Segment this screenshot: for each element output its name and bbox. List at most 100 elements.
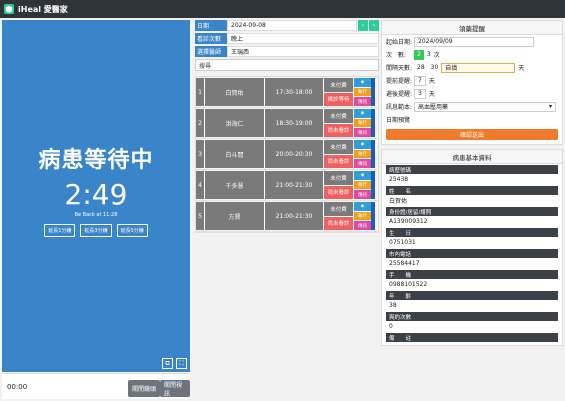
template-label: 訊息範本: [386,104,413,111]
appointment-time: 18:30-19:00 [264,109,323,137]
fullscreen-icon[interactable]: ⛶ [176,358,187,369]
search-input[interactable]: 搜尋 [195,59,379,71]
delay-label: 遲後提醒: [386,91,413,98]
id-value: A139009312 [389,218,428,225]
tag-icon[interactable]: ◆ [354,140,371,149]
execute-button[interactable]: 執行 [354,149,371,159]
no-show-value: 0 [389,323,393,330]
phone-value: 25584417 [389,260,420,267]
advance-days-input[interactable]: 7 [414,75,426,86]
chart-number-label: 病歷號碼 [386,165,558,174]
reminder-title: 領藥提醒 [382,21,562,35]
patient-row[interactable]: 4 千多慧 21:00-21:30 未付費 尚未看診 ◆ 執行 傳訊 [196,170,378,201]
template-value: 高血壓用藥 [418,104,449,111]
message-button[interactable]: 傳訊 [354,221,371,231]
interval-option-30[interactable]: 30 [427,62,442,73]
appointment-time: 21:00-21:30 [264,171,323,199]
visit-status: 尚未看診 [324,216,353,230]
payment-status: 未付費 [324,171,353,186]
advance-label: 提前提醒: [386,78,413,85]
mobile-label: 手 機 [386,270,558,279]
payment-status: 未付費 [324,202,353,217]
patient-row[interactable]: 2 洪海仁 18:30-19:00 未付費 尚未看診 ◆ 執行 傳訊 [196,108,378,139]
phone-label: 市內電話 [386,249,558,258]
patient-list: 1 白賀佑 17:30-18:00 未付費 候診等待 ◆ 執行 傳訊 2 洪海仁… [195,76,379,233]
tag-icon[interactable]: ◆ [354,109,371,118]
waiting-timer: 2:49 [64,178,128,211]
count-option-2[interactable]: 2 [414,49,424,60]
birthday-value: 0751031 [389,239,416,246]
doctor-label: 選擇醫師 [195,46,227,57]
delay-days-input[interactable]: 3 [414,88,426,99]
appointment-time: 17:30-18:00 [264,78,323,106]
execute-button[interactable]: 執行 [354,118,371,128]
execute-button[interactable]: 執行 [354,180,371,190]
count-label: 次 數: [386,52,407,59]
age-label: 年 齡 [386,291,558,300]
birthday-label: 生 日 [386,228,558,237]
row-number: 4 [196,171,204,199]
row-number: 1 [196,78,204,106]
tag-icon[interactable]: ◆ [354,78,371,87]
visit-status: 尚未看診 [324,154,353,168]
count-unit: 次 [433,52,440,59]
extend-5-min-button[interactable]: 延長5分鐘 [116,224,148,237]
tag-icon[interactable]: ◆ [354,171,371,180]
date-field[interactable]: 2024-09-08 [227,20,357,31]
visit-status: 尚未看診 [324,185,353,199]
no-show-label: 爽約次數 [386,312,558,321]
close-camera-button[interactable]: 關閉鏡頭 [128,380,161,397]
patient-row[interactable]: 5 方賢 21:00-21:30 未付費 尚未看診 ◆ 執行 傳訊 [196,201,378,232]
message-button[interactable]: 傳訊 [354,97,371,107]
advance-unit: 天 [428,78,435,85]
side-panel: 領藥提醒 起始日期: 2024/09/09 次 數: 2 3 次 間隔天數: 2… [381,20,563,350]
delay-unit: 天 [428,91,435,98]
template-select[interactable]: 高血壓用藥 ▾ [414,101,556,112]
count-option-3[interactable]: 3 [423,49,434,60]
row-number: 2 [196,109,204,137]
pip-icon[interactable]: ⧉ [162,358,173,369]
interval-unit: 天 [518,65,525,72]
interval-option-28[interactable]: 28 [414,62,428,73]
message-button[interactable]: 傳訊 [354,128,371,138]
message-button[interactable]: 傳訊 [354,159,371,169]
row-indicator [371,78,375,106]
interval-label: 間隔天數: [386,65,413,72]
waiting-message: 病患等待中 [38,148,154,173]
execute-button[interactable]: 執行 [354,87,371,97]
patient-row[interactable]: 1 白賀佑 17:30-18:00 未付費 候診等待 ◆ 執行 傳訊 [196,77,378,108]
message-button[interactable]: 傳訊 [354,190,371,200]
interval-custom-input[interactable]: 自填 [441,62,516,73]
doctor-select[interactable]: 王瑞西 [227,46,379,57]
payment-status: 未付費 [324,78,353,93]
call-control-bar: 00:00 關閉鏡頭 關閉視訊 [2,373,190,399]
patient-row[interactable]: 3 白斗閒 20:00-20:30 未付費 尚未看診 ◆ 執行 傳訊 [196,139,378,170]
prev-date-button[interactable]: ‹ [358,20,368,31]
close-video-button[interactable]: 關閉視訊 [160,380,190,398]
row-number: 3 [196,140,204,168]
row-indicator [371,109,375,137]
notes-label: 備 註 [386,333,558,342]
execute-button[interactable]: 執行 [354,211,371,221]
appointment-time: 21:00-21:30 [264,202,323,230]
patient-name: 白賀佑 [204,78,264,106]
id-label: 身份證/居留/護照 [386,207,558,216]
basic-info-card: 病患基本資料 病歷號碼 25438 姓 名 白賀佑 身份證/居留/護照 A139… [381,149,563,346]
date-label: 日期 [195,20,227,31]
appointment-time: 20:00-20:30 [264,140,323,168]
basic-info-title: 病患基本資料 [382,150,562,164]
patient-name: 方賢 [204,202,264,230]
extend-buttons: 延長1分鐘 延長3分鐘 延長5分鐘 [2,224,190,237]
extend-3-min-button[interactable]: 延長3分鐘 [80,224,112,237]
tag-icon[interactable]: ◆ [354,202,371,211]
elapsed-time: 00:00 [7,382,28,391]
next-date-button[interactable]: › [369,20,379,31]
name-label: 姓 名 [386,186,558,195]
start-date-label: 起始日期: [386,39,413,46]
extend-1-min-button[interactable]: 延長1分鐘 [44,224,76,237]
start-date-field[interactable]: 2024/09/09 [414,36,534,47]
payment-status: 未付費 [324,140,353,155]
session-select[interactable]: 晚上 [227,33,379,44]
visit-status: 尚未看診 [324,123,353,137]
submit-button[interactable]: 確認送出 [386,129,558,140]
